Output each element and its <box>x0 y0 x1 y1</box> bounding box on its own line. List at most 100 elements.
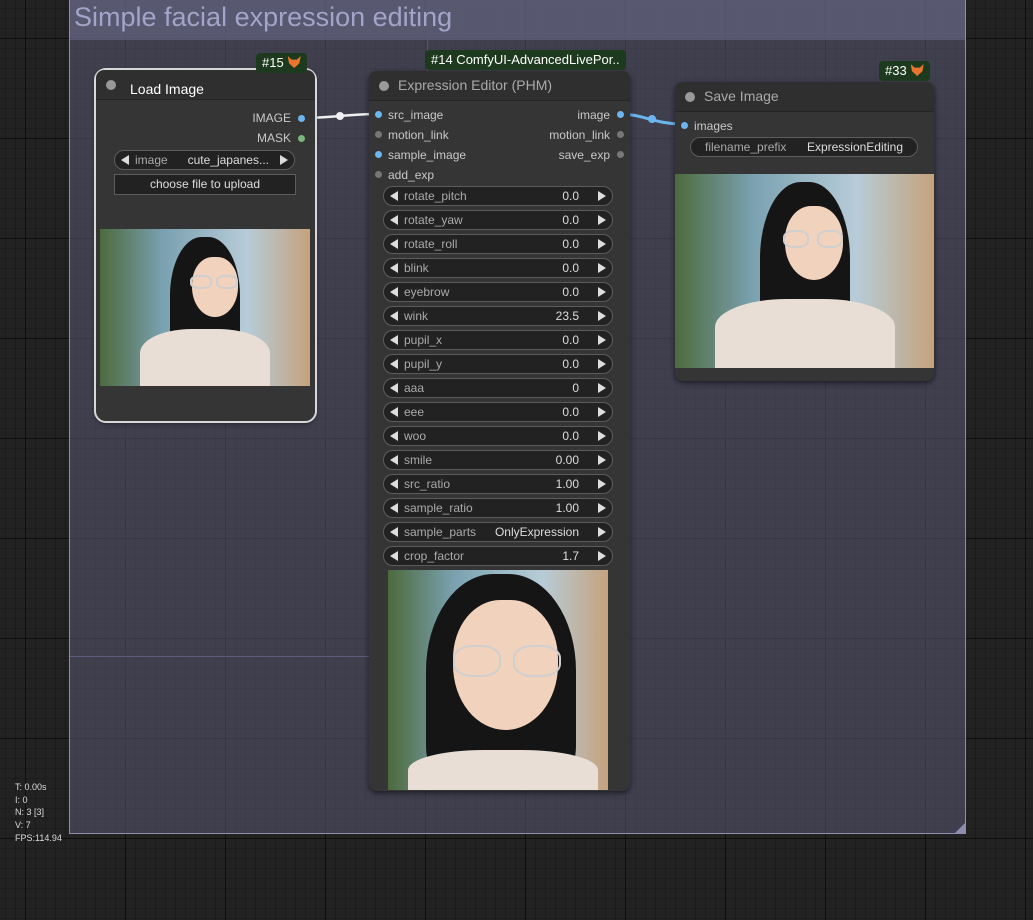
arrow-right-icon[interactable] <box>598 527 606 537</box>
widget-label: smile <box>404 453 433 467</box>
widget-eyebrow[interactable]: eyebrow 0.0 <box>383 282 613 302</box>
arrow-left-icon[interactable] <box>121 155 129 165</box>
arrow-right-icon[interactable] <box>598 191 606 201</box>
input-slot-src-image[interactable] <box>375 111 382 118</box>
widget-label: aaa <box>404 381 425 395</box>
widget-value: OnlyExpression <box>494 525 579 539</box>
arrow-left-icon[interactable] <box>390 551 398 561</box>
input-slot-add-exp[interactable] <box>375 171 382 178</box>
widget-label: image <box>135 153 168 167</box>
arrow-left-icon[interactable] <box>390 479 398 489</box>
arrow-left-icon[interactable] <box>390 455 398 465</box>
upload-button[interactable]: choose file to upload <box>114 174 296 195</box>
widget-sample-parts[interactable]: sample_parts OnlyExpression <box>383 522 613 542</box>
output-slot-save-exp[interactable] <box>617 151 624 158</box>
input-label: add_exp <box>388 168 435 182</box>
node-title-bar[interactable]: Save Image <box>675 82 934 112</box>
arrow-left-icon[interactable] <box>390 431 398 441</box>
output-slot-image[interactable] <box>298 115 305 122</box>
output-slot-image[interactable] <box>617 111 624 118</box>
arrow-right-icon[interactable] <box>598 335 606 345</box>
expression-editor-node[interactable]: Expression Editor (PHM) src_image motion… <box>369 71 630 791</box>
node-id-badge: #15 <box>256 53 307 73</box>
arrow-right-icon[interactable] <box>598 239 606 249</box>
arrow-left-icon[interactable] <box>390 359 398 369</box>
arrow-left-icon[interactable] <box>390 527 398 537</box>
arrow-left-icon[interactable] <box>390 335 398 345</box>
widget-rotate-pitch[interactable]: rotate_pitch 0.0 <box>383 186 613 206</box>
arrow-right-icon[interactable] <box>598 455 606 465</box>
arrow-left-icon[interactable] <box>390 407 398 417</box>
image-select-widget[interactable]: image cute_japanes... <box>114 150 295 170</box>
widget-eee[interactable]: eee 0.0 <box>383 402 613 422</box>
save-image-node[interactable]: Save Image images filename_prefix Expres… <box>675 82 934 381</box>
stat-v: V: 7 <box>15 820 31 831</box>
widget-pupil-y[interactable]: pupil_y 0.0 <box>383 354 613 374</box>
filename-prefix-widget[interactable]: filename_prefix ExpressionEditing <box>690 137 918 157</box>
input-slot-images[interactable] <box>681 122 688 129</box>
arrow-left-icon[interactable] <box>390 215 398 225</box>
widget-label: wink <box>404 309 429 323</box>
widget-value: 0.0 <box>562 357 579 371</box>
arrow-right-icon[interactable] <box>598 215 606 225</box>
arrow-left-icon[interactable] <box>390 191 398 201</box>
output-slot-mask[interactable] <box>298 135 305 142</box>
arrow-right-icon[interactable] <box>598 311 606 321</box>
stat-nodes: N: 3 [3] <box>15 807 45 818</box>
group-resize-handle[interactable] <box>955 823 965 833</box>
widget-label: pupil_y <box>404 357 443 371</box>
arrow-left-icon[interactable] <box>390 287 398 297</box>
widget-blink[interactable]: blink 0.0 <box>383 258 613 278</box>
widget-woo[interactable]: woo 0.0 <box>383 426 613 446</box>
stat-i: I: 0 <box>15 794 28 805</box>
collapse-dot-icon[interactable] <box>106 80 116 90</box>
widget-src-ratio[interactable]: src_ratio 1.00 <box>383 474 613 494</box>
arrow-left-icon[interactable] <box>390 383 398 393</box>
node-title-bar[interactable]: Expression Editor (PHM) <box>369 71 630 101</box>
widget-label: eyebrow <box>404 285 450 299</box>
input-slot-sample-image[interactable] <box>375 151 382 158</box>
arrow-right-icon[interactable] <box>598 551 606 561</box>
widget-label: sample_parts <box>404 525 477 539</box>
widget-crop-factor[interactable]: crop_factor 1.7 <box>383 546 613 566</box>
widget-aaa[interactable]: aaa 0 <box>383 378 613 398</box>
input-slot-motion-link[interactable] <box>375 131 382 138</box>
widget-value: 0.0 <box>562 237 579 251</box>
widget-label: woo <box>404 429 427 443</box>
widget-smile[interactable]: smile 0.00 <box>383 450 613 470</box>
arrow-right-icon[interactable] <box>598 479 606 489</box>
image-preview <box>100 229 310 386</box>
node-title: Expression Editor (PHM) <box>398 77 553 93</box>
output-slot-motion-link[interactable] <box>617 131 624 138</box>
arrow-right-icon[interactable] <box>280 155 288 165</box>
arrow-left-icon[interactable] <box>390 263 398 273</box>
widget-label: blink <box>404 261 429 275</box>
arrow-left-icon[interactable] <box>390 239 398 249</box>
group-header[interactable]: Simple facial expression editing <box>70 0 965 40</box>
arrow-right-icon[interactable] <box>598 383 606 393</box>
arrow-right-icon[interactable] <box>598 407 606 417</box>
widget-rotate-yaw[interactable]: rotate_yaw 0.0 <box>383 210 613 230</box>
collapse-dot-icon[interactable] <box>379 81 389 91</box>
widget-label: rotate_pitch <box>404 189 467 203</box>
widget-value: 1.7 <box>562 549 579 563</box>
arrow-left-icon[interactable] <box>390 503 398 513</box>
widget-pupil-x[interactable]: pupil_x 0.0 <box>383 330 613 350</box>
input-label: sample_image <box>388 148 467 162</box>
arrow-right-icon[interactable] <box>598 359 606 369</box>
badge-text: #33 <box>885 63 907 78</box>
arrow-right-icon[interactable] <box>598 431 606 441</box>
node-title-bar[interactable]: Load Image <box>96 70 315 100</box>
load-image-node[interactable]: Load Image IMAGE MASK image cute_japanes… <box>94 68 317 423</box>
arrow-left-icon[interactable] <box>390 311 398 321</box>
collapse-dot-icon[interactable] <box>685 92 695 102</box>
arrow-right-icon[interactable] <box>598 263 606 273</box>
widget-sample-ratio[interactable]: sample_ratio 1.00 <box>383 498 613 518</box>
widget-rotate-roll[interactable]: rotate_roll 0.0 <box>383 234 613 254</box>
arrow-right-icon[interactable] <box>598 287 606 297</box>
fox-icon <box>287 56 301 68</box>
node-title: Load Image <box>130 81 204 97</box>
widget-wink[interactable]: wink 23.5 <box>383 306 613 326</box>
arrow-right-icon[interactable] <box>598 503 606 513</box>
output-label-mask: MASK <box>256 131 291 145</box>
